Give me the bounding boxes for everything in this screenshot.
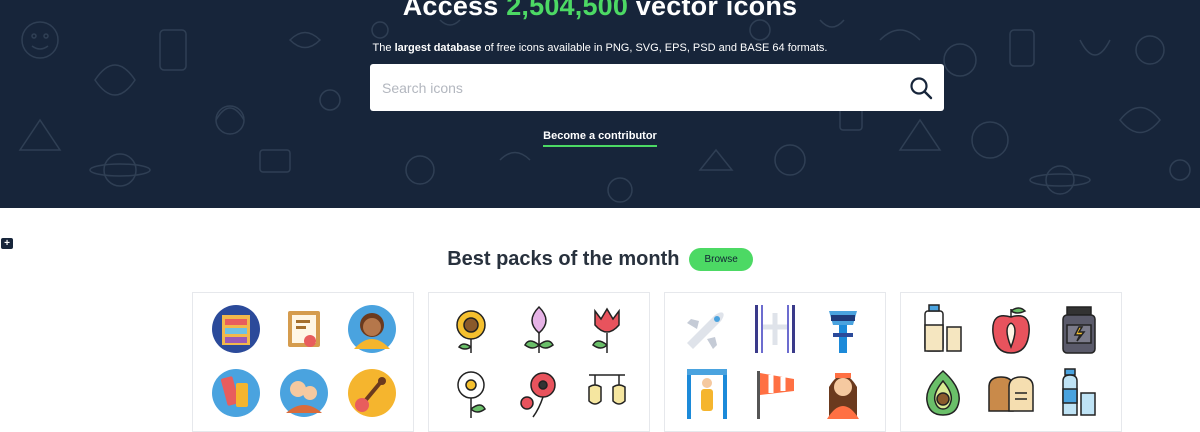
pack-card[interactable] — [428, 292, 650, 432]
search-button[interactable] — [906, 73, 936, 103]
hero-title: Access 2,504,500 vector icons — [0, 0, 1200, 22]
hero-subtitle-bold: largest database — [394, 42, 482, 54]
milk-icon — [917, 303, 969, 355]
tulip-icon — [581, 303, 633, 355]
packs-title: Best packs of the month — [447, 247, 680, 270]
bellflower-icon — [581, 367, 633, 419]
hero-subtitle-suffix: of free icons available in PNG, SVG, EPS… — [481, 42, 828, 54]
search-box — [370, 64, 944, 111]
control-tower-icon — [817, 303, 869, 355]
airplane-icon — [681, 303, 733, 355]
become-contributor-link[interactable]: Become a contributor — [543, 130, 657, 147]
browse-button[interactable]: Browse — [689, 247, 753, 271]
calla-lily-icon — [513, 303, 565, 355]
search-icon — [910, 77, 933, 100]
family-icon — [278, 367, 330, 419]
bread-icon — [985, 367, 1037, 419]
poppy-icon — [513, 367, 565, 419]
search-input[interactable] — [370, 64, 900, 111]
avocado-icon — [917, 367, 969, 419]
packs-header: Best packs of the month Browse — [0, 246, 1200, 272]
security-gate-icon — [681, 367, 733, 419]
daisy-icon — [445, 367, 497, 419]
pack-card[interactable] — [192, 292, 414, 432]
guitar-icon — [346, 367, 398, 419]
hero-subtitle-prefix: The — [372, 42, 395, 54]
apple-icon — [985, 303, 1037, 355]
runway-icon — [749, 303, 801, 355]
protein-jar-icon — [1053, 303, 1105, 355]
bookshelf-icon — [210, 303, 262, 355]
windsock-icon — [749, 367, 801, 419]
paint-tube-icon — [210, 367, 262, 419]
flight-attendant-icon — [817, 367, 869, 419]
icon-count: 2,504,500 — [506, 0, 629, 21]
water-bottle-icon — [1053, 367, 1105, 419]
pack-card[interactable] — [664, 292, 886, 432]
sunflower-icon — [445, 303, 497, 355]
hero-banner: Access 2,504,500 vector icons The larges… — [0, 0, 1200, 208]
woman-avatar-icon — [346, 303, 398, 355]
hero-title-suffix: vector icons — [628, 0, 798, 21]
hero-subtitle: The largest database of free icons avail… — [0, 42, 1200, 54]
certificate-icon — [278, 303, 330, 355]
pack-card[interactable] — [900, 292, 1122, 432]
hero-title-prefix: Access — [402, 0, 507, 21]
